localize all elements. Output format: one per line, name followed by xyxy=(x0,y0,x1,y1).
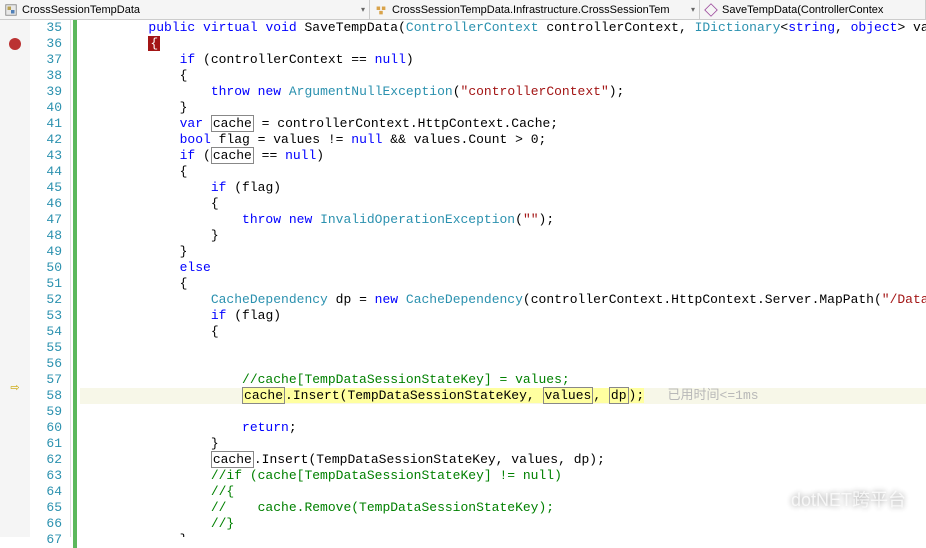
class-icon xyxy=(374,3,388,17)
breadcrumb-namespace-label: CrossSessionTempData.Infrastructure.Cros… xyxy=(392,4,670,16)
dropdown-icon: ▾ xyxy=(687,5,695,14)
breadcrumb-method-label: SaveTempData(ControllerContex xyxy=(722,4,883,16)
dropdown-icon: ▾ xyxy=(357,5,365,14)
code-content[interactable]: public virtual void SaveTempData(Control… xyxy=(80,20,926,537)
glyph-margin[interactable]: ⇨ xyxy=(0,20,30,537)
breadcrumb-method[interactable]: SaveTempData(ControllerContex xyxy=(700,0,926,19)
change-indicator-strip xyxy=(70,20,80,537)
breadcrumb-file-label: CrossSessionTempData xyxy=(22,4,140,16)
breadcrumb-namespace[interactable]: CrossSessionTempData.Infrastructure.Cros… xyxy=(370,0,700,19)
current-line-arrow-icon: ⇨ xyxy=(10,381,19,395)
method-icon xyxy=(704,3,718,17)
line-number-gutter: 3536373839404142434445464748495051525354… xyxy=(30,20,70,537)
changed-lines-indicator xyxy=(73,20,77,548)
csharp-file-icon xyxy=(4,3,18,17)
code-editor[interactable]: ⇨ 35363738394041424344454647484950515253… xyxy=(0,20,926,537)
breadcrumb-bar: CrossSessionTempData ▾ CrossSessionTempD… xyxy=(0,0,926,20)
breadcrumb-file[interactable]: CrossSessionTempData ▾ xyxy=(0,0,370,19)
breakpoint-icon[interactable] xyxy=(9,38,21,50)
